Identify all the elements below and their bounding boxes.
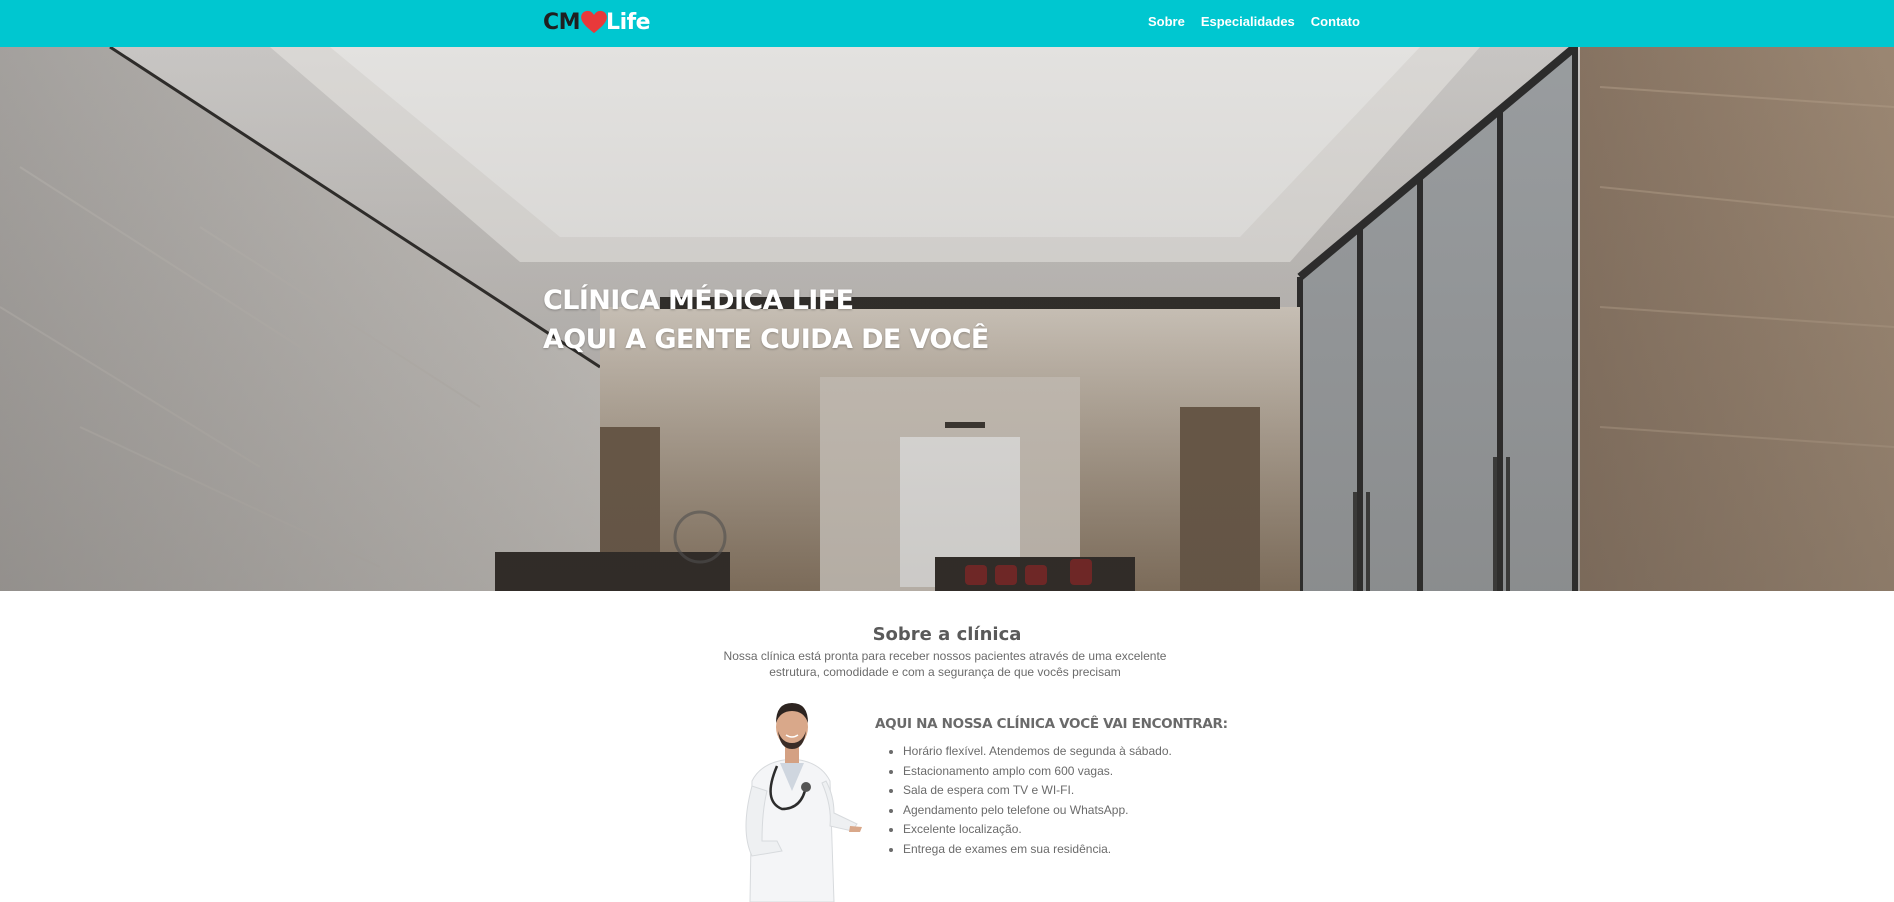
feature-item: Estacionamento amplo com 600 vagas. bbox=[903, 762, 1195, 782]
about-description: Nossa clínica está pronta para receber n… bbox=[723, 649, 1167, 679]
about-title: Sobre a clínica bbox=[872, 624, 1022, 645]
main-nav: Sobre Especialidades Contato bbox=[1148, 14, 1360, 29]
feature-item: Excelente localização. bbox=[903, 820, 1195, 840]
logo[interactable]: CM Life bbox=[543, 9, 651, 35]
hero-title: CLÍNICA MÉDICA LIFE AQUI A GENTE CUIDA D… bbox=[543, 281, 989, 359]
heart-icon bbox=[581, 10, 607, 34]
feature-item: Horário flexível. Atendemos de segunda à… bbox=[903, 742, 1195, 762]
feature-item: Agendamento pelo telefone ou WhatsApp. bbox=[903, 801, 1195, 821]
features-title: AQUI NA NOSSA CLÍNICA VOCÊ VAI ENCONTRAR… bbox=[875, 716, 1228, 732]
hero-banner: CLÍNICA MÉDICA LIFE AQUI A GENTE CUIDA D… bbox=[0, 47, 1894, 591]
hero-title-line-2: AQUI A GENTE CUIDA DE VOCÊ bbox=[543, 324, 989, 355]
feature-item: Sala de espera com TV e WI-FI. bbox=[903, 781, 1195, 801]
nav-link-contato[interactable]: Contato bbox=[1311, 14, 1360, 29]
about-section: Sobre a clínica Nossa clínica está pront… bbox=[0, 591, 1894, 902]
nav-link-especialidades[interactable]: Especialidades bbox=[1201, 14, 1295, 29]
feature-item: Entrega de exames em sua residência. bbox=[903, 840, 1195, 860]
features-block: AQUI NA NOSSA CLÍNICA VOCÊ VAI ENCONTRAR… bbox=[875, 716, 1228, 859]
navbar: CM Life Sobre Especialidades Contato bbox=[0, 0, 1894, 47]
logo-text-life: Life bbox=[606, 9, 651, 35]
hero-title-line-1: CLÍNICA MÉDICA LIFE bbox=[543, 285, 854, 316]
doctor-image bbox=[745, 703, 862, 902]
logo-text-cm: CM bbox=[543, 9, 581, 35]
nav-link-sobre[interactable]: Sobre bbox=[1148, 14, 1185, 29]
features-list: Horário flexível. Atendemos de segunda à… bbox=[875, 742, 1195, 859]
